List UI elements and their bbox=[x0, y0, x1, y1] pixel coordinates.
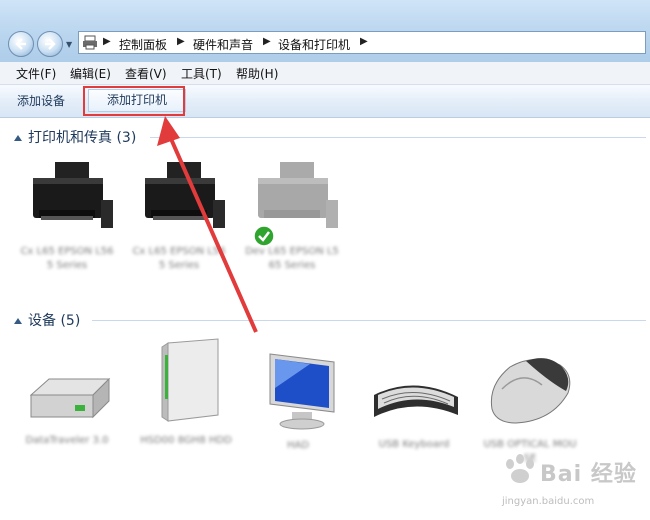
annotation-arrow bbox=[157, 116, 258, 333]
paw-logo-icon bbox=[506, 454, 534, 483]
watermark-brand: Bai 经验 bbox=[540, 462, 637, 487]
watermark-url: jingyan.baidu.com bbox=[502, 496, 595, 507]
watermark: Bai 经验 jingyan.baidu.com bbox=[498, 448, 648, 518]
